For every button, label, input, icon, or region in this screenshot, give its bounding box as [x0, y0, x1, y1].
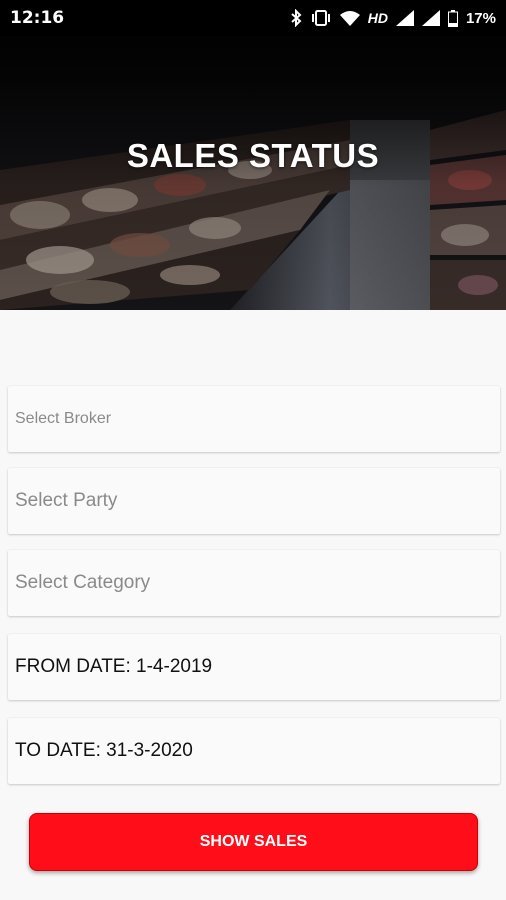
from-date-value: FROM DATE: 1-4-2019 — [15, 656, 213, 677]
show-sales-button[interactable]: SHOW SALES — [29, 813, 478, 871]
broker-select[interactable]: Select Broker — [8, 386, 500, 452]
to-date-value: TO DATE: 31-3-2020 — [15, 740, 193, 761]
to-date-field[interactable]: TO DATE: 31-3-2020 — [8, 718, 500, 784]
bluetooth-icon — [290, 9, 302, 27]
signal-icon — [421, 10, 440, 26]
page-title: SALES STATUS — [126, 137, 380, 174]
from-date-field[interactable]: FROM DATE: 1-4-2019 — [8, 634, 500, 700]
broker-select-placeholder: Select Broker — [15, 410, 112, 427]
vibrate-icon — [310, 10, 332, 26]
network-type-label: HD — [367, 10, 388, 26]
battery-icon — [447, 9, 458, 27]
battery-percent: 17% — [465, 9, 496, 27]
category-select[interactable]: Select Category — [8, 550, 500, 616]
status-bar: 12:16 HD 17% — [0, 0, 506, 36]
party-select[interactable]: Select Party — [8, 468, 500, 534]
signal-icon — [395, 10, 414, 26]
category-select-placeholder: Select Category — [15, 572, 151, 593]
header-banner: SALES STATUS — [0, 0, 506, 310]
clock: 12:16 — [10, 8, 65, 28]
wifi-icon — [339, 10, 360, 26]
party-select-placeholder: Select Party — [15, 490, 118, 511]
